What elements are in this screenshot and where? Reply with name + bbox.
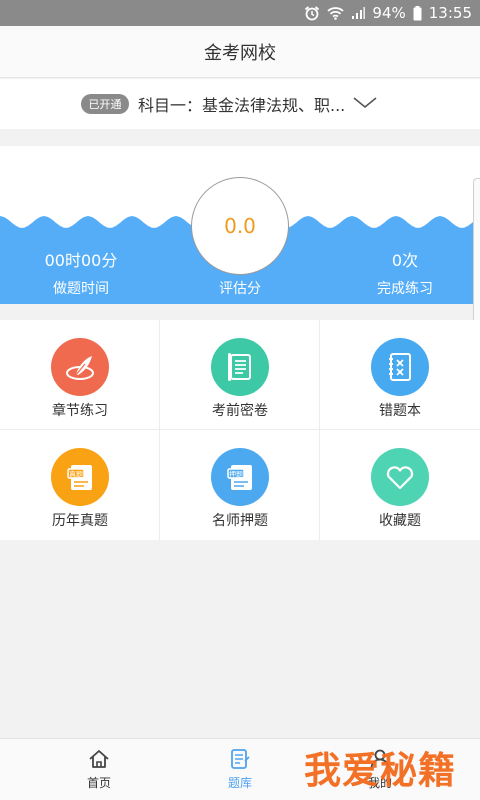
tab-home[interactable]: 首页 [19, 739, 179, 800]
favorites-button[interactable]: 收藏题 [320, 430, 480, 540]
study-time-label: 做题时间 [53, 281, 109, 297]
battery-percent: 94% [372, 4, 406, 22]
wrong-questions-button[interactable]: 错题本 [320, 320, 480, 430]
chapter-practice-label: 章节练习 [52, 403, 108, 419]
teacher-predictions-label: 名师押题 [212, 513, 268, 529]
scroll-icon [211, 338, 269, 396]
wifi-icon [327, 6, 345, 20]
tab-question-bank-label: 题库 [227, 776, 252, 790]
chapter-practice-button[interactable]: 章节练习 [0, 320, 160, 430]
page-title: 金考网校 [204, 42, 276, 64]
watermark: 我爱秘籍 [304, 748, 456, 792]
clock: 13:55 [428, 4, 472, 22]
wrong-questions-label: 错题本 [379, 403, 421, 419]
past-exams-label: 历年真题 [52, 513, 108, 529]
alarm-icon [304, 5, 320, 21]
notebook-icon [371, 338, 429, 396]
subject-selector[interactable]: 已开通 科目一：基金法律法规、职... [0, 79, 480, 129]
evaluation-score-circle: 0.0 [191, 177, 289, 275]
tab-home-label: 首页 [86, 776, 111, 790]
chevron-down-icon[interactable] [352, 95, 378, 115]
svg-text:押题: 押题 [229, 470, 243, 479]
question-bank-icon [228, 747, 252, 775]
predict-paper-icon: 押题 [211, 448, 269, 506]
exam-paper-icon: 真题 [51, 448, 109, 506]
status-badge: 已开通 [81, 94, 129, 114]
study-time-value: 00时00分 [44, 251, 118, 270]
evaluation-score-label: 评估分 [219, 281, 261, 297]
app-header: 金考网校 [0, 26, 480, 78]
signal-icon [351, 6, 366, 20]
heart-icon [371, 448, 429, 506]
favorites-label: 收藏题 [379, 513, 421, 529]
battery-icon [413, 5, 422, 21]
status-bar: 94% 13:55 [0, 0, 480, 26]
scroll-handle[interactable] [473, 178, 480, 328]
feature-grid: 章节练习 考前密卷 错题本 真题 历年真题 押题 名师押题 收藏题 [0, 320, 480, 540]
practice-count-label: 完成练习 [377, 281, 433, 297]
quill-icon [51, 338, 109, 396]
mock-exam-button[interactable]: 考前密卷 [160, 320, 320, 430]
tab-question-bank[interactable]: 题库 [160, 739, 320, 800]
svg-text:真题: 真题 [69, 470, 83, 479]
evaluation-score-value: 0.0 [224, 214, 256, 238]
home-icon [87, 747, 111, 775]
past-exams-button[interactable]: 真题 历年真题 [0, 430, 160, 540]
subject-name: 科目一：基金法律法规、职... [138, 96, 346, 115]
teacher-predictions-button[interactable]: 押题 名师押题 [160, 430, 320, 540]
mock-exam-label: 考前密卷 [212, 403, 268, 419]
practice-count-value: 0次 [391, 251, 419, 270]
score-panel: 0.0 00时00分 做题时间 评估分 0次 完成练习 [0, 146, 480, 304]
